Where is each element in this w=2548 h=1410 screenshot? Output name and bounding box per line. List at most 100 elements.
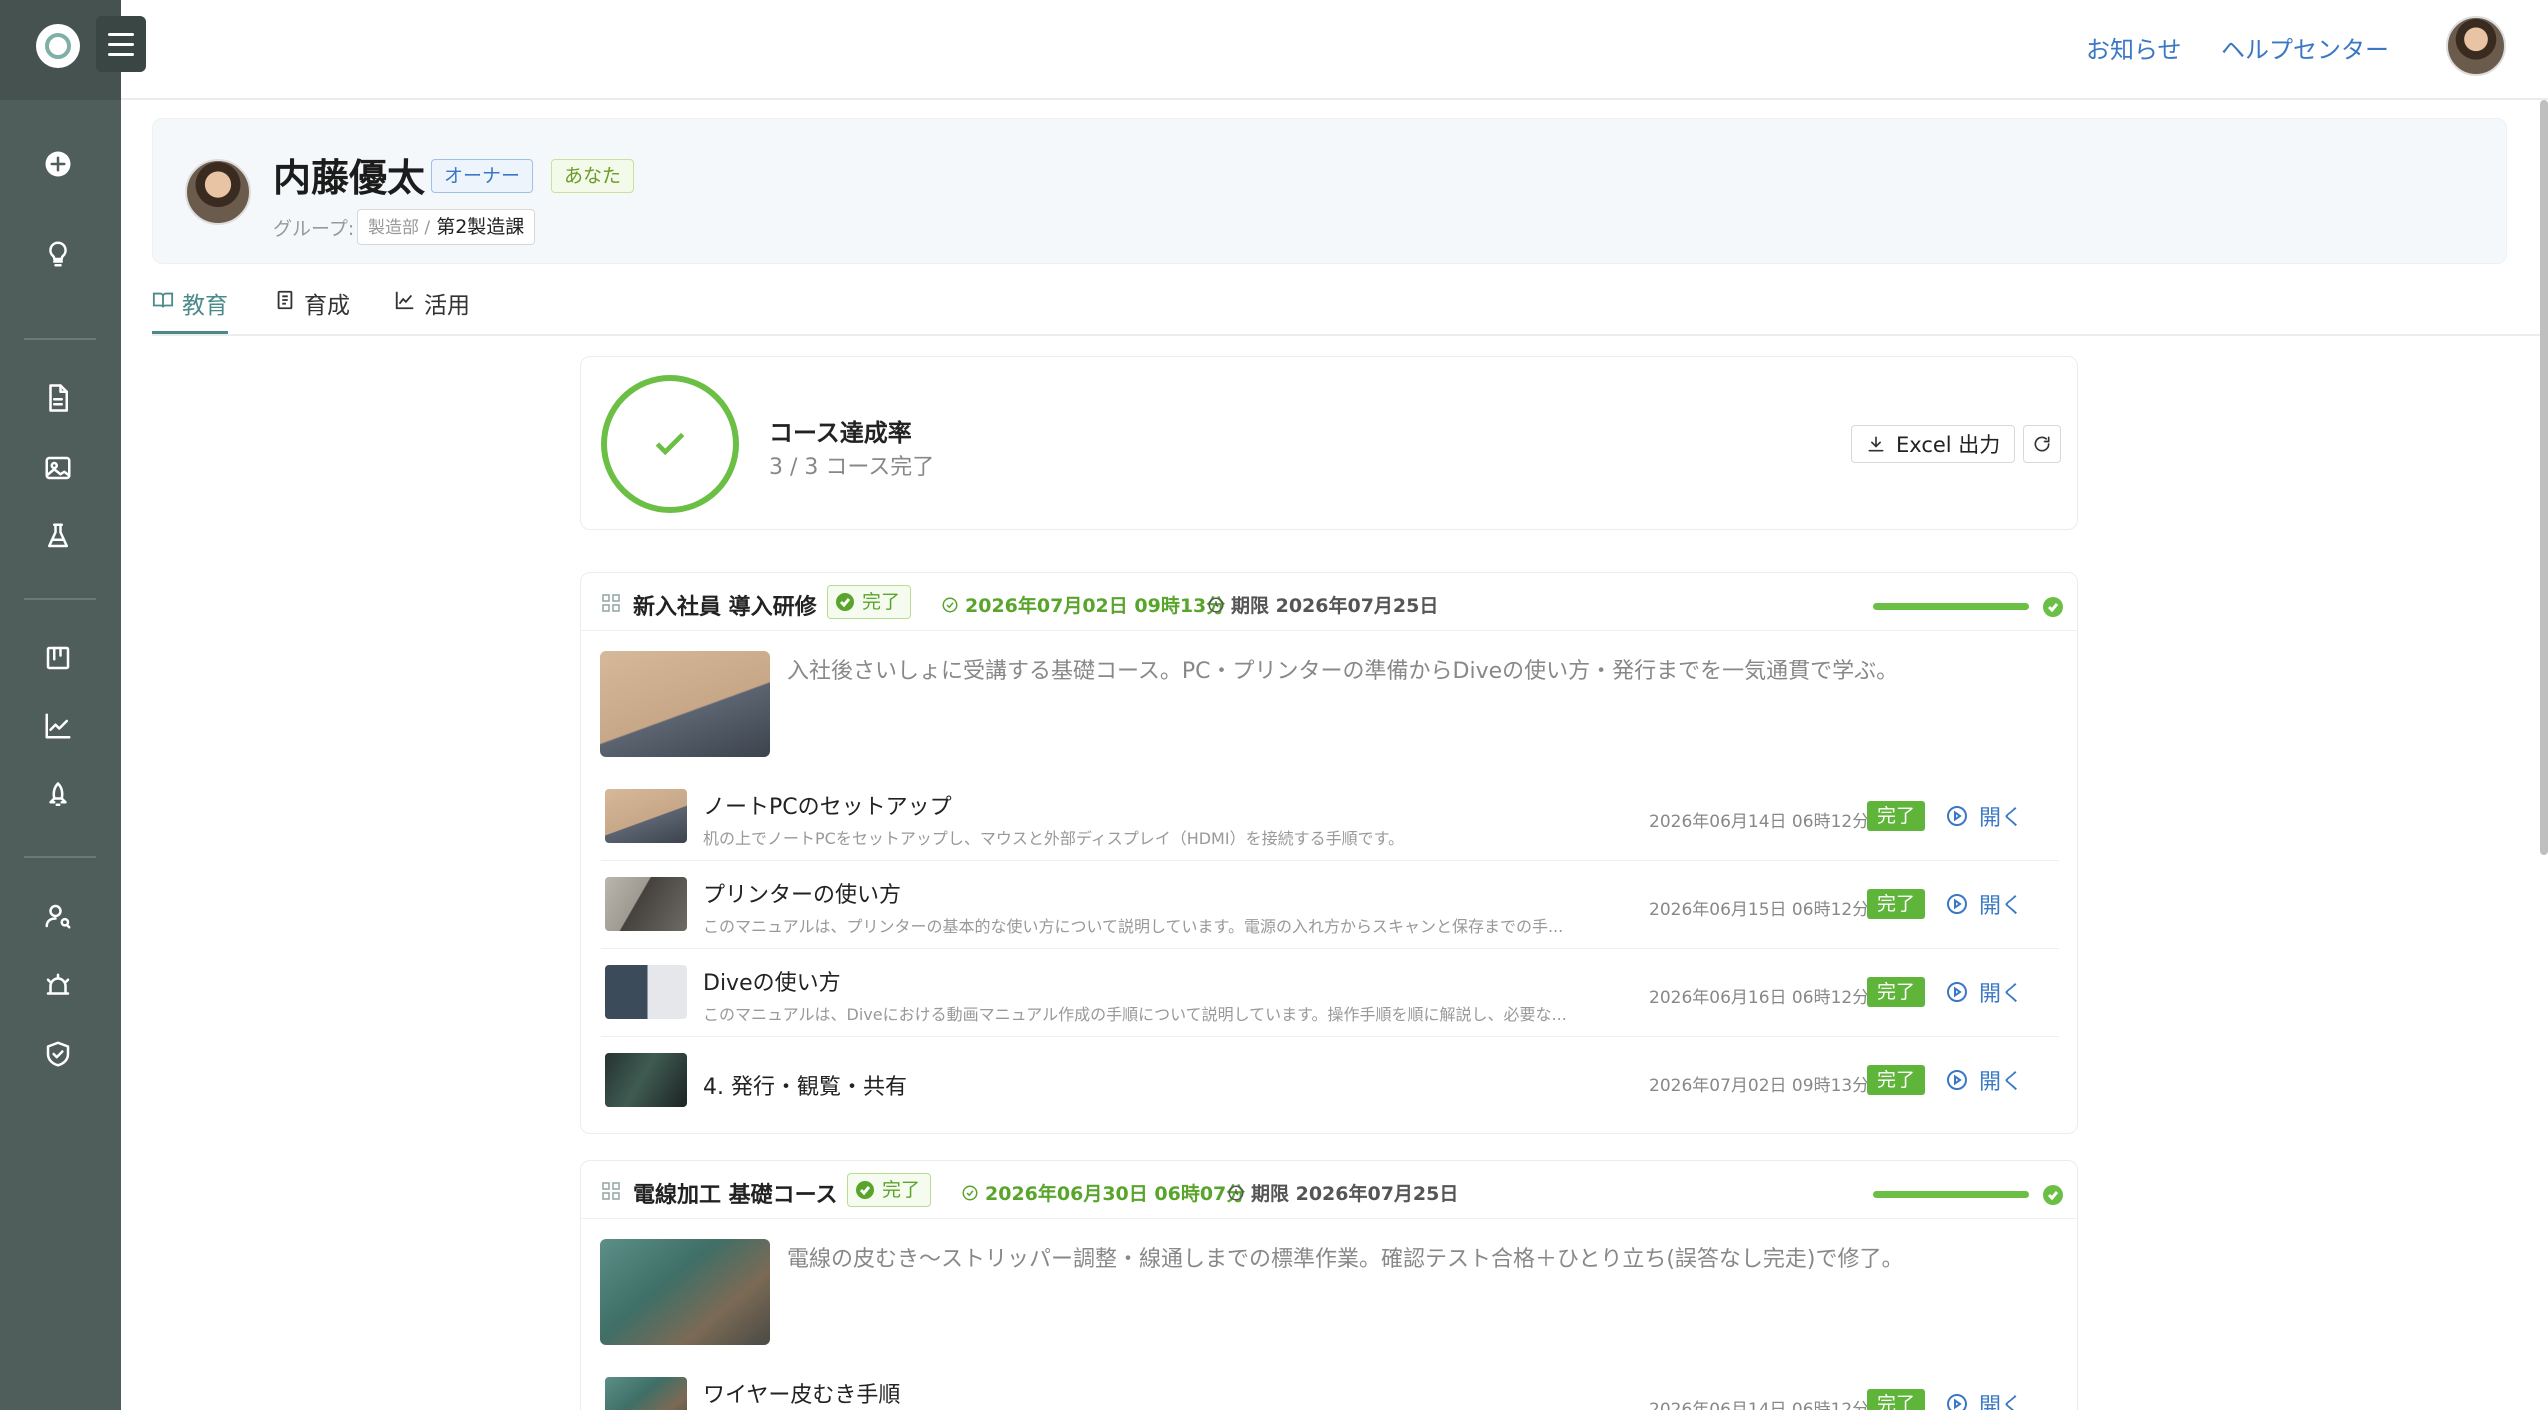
profile-header: 内藤優太 オーナー あなた グループ: 製造部 / 第2製造課: [152, 118, 2507, 264]
open-label: 開く: [1979, 982, 2024, 1007]
group-parent: 製造部 /: [368, 218, 431, 238]
tab-label: 育成: [304, 293, 350, 319]
self-badge: あなた: [551, 159, 635, 193]
progress-complete-icon: [2043, 597, 2063, 617]
list-item: ノートPCのセットアップ 机の上でノートPCをセットアップし、マウスと外部ディス…: [601, 775, 2059, 861]
tab-label: 活用: [424, 293, 470, 319]
course-progress-bar: [1873, 1191, 2029, 1198]
open-label: 開く: [1979, 1394, 2024, 1410]
check-icon: [655, 432, 685, 456]
item-date: 2026年07月02日 09時13分: [1649, 1076, 1870, 1096]
book-icon: [152, 292, 174, 308]
play-circle-icon: [1947, 894, 1967, 914]
grid-icon: [601, 1181, 621, 1201]
completed-at: 2026年06月30日 06時07分: [961, 1179, 1245, 1206]
help-center-link[interactable]: ヘルプセンター: [2221, 30, 2389, 65]
course-thumbnail[interactable]: [600, 651, 770, 757]
course-description: 入社後さいしょに受講する基礎コース。PC・プリンターの準備からDiveの使い方・…: [787, 659, 1899, 684]
document-icon[interactable]: [40, 380, 76, 416]
refresh-button[interactable]: [2023, 425, 2061, 463]
open-button[interactable]: 開く: [1945, 977, 2023, 1007]
status-badge: 完了: [827, 585, 912, 619]
clock-icon: [1228, 1185, 1244, 1200]
sidebar-divider: [24, 598, 96, 600]
notice-link[interactable]: お知らせ: [2086, 30, 2182, 65]
item-thumbnail[interactable]: [605, 1053, 687, 1107]
progress-fill: [1873, 603, 2029, 610]
item-status-badge: 完了: [1867, 889, 1926, 919]
item-thumbnail[interactable]: [605, 877, 687, 931]
open-label: 開く: [1979, 894, 2024, 919]
completed-at-text: 2026年06月30日 06時07分: [985, 1183, 1246, 1205]
chart-icon: [395, 291, 414, 310]
menu-toggle-button[interactable]: [96, 16, 146, 72]
status-label: 完了: [882, 1179, 921, 1201]
play-circle-icon: [1947, 982, 1967, 1002]
user-search-icon[interactable]: [40, 898, 76, 934]
open-button[interactable]: 開く: [1945, 1065, 2023, 1095]
summary-subtitle: 3 / 3 コース完了: [769, 455, 935, 480]
group-path: 製造部 / 第2製造課: [357, 209, 536, 245]
list-item: プリンターの使い方 このマニュアルは、プリンターの基本的な使い方について説明して…: [601, 863, 2059, 949]
tab-label: 教育: [182, 293, 228, 319]
open-button[interactable]: 開く: [1945, 889, 2023, 919]
open-button[interactable]: 開く: [1945, 801, 2023, 831]
course-description: 電線の皮むき〜ストリッパー調整・線通しまでの標準作業。確認テスト合格＋ひとり立ち…: [787, 1247, 1904, 1272]
list-item: 4. 発行・観覧・共有 2026年07月02日 09時13分 完了 開く: [601, 1039, 2059, 1125]
item-description: このマニュアルは、Diveにおける動画マニュアル作成の手順について説明しています…: [703, 1005, 1567, 1024]
item-status-badge: 完了: [1867, 1389, 1926, 1410]
course-card: 新入社員 導入研修 完了 2026年07月02日 09時13分 期限 2026年…: [580, 572, 2078, 1134]
deadline: 期限 2026年07月25日: [1207, 591, 1438, 618]
user-avatar[interactable]: [2446, 16, 2506, 76]
clock-icon: [1208, 597, 1224, 612]
line-chart-icon[interactable]: [40, 708, 76, 744]
open-button[interactable]: 開く: [1945, 1389, 2023, 1410]
image-icon[interactable]: [40, 450, 76, 486]
item-title[interactable]: ノートPCのセットアップ: [703, 789, 952, 821]
item-date: 2026年06月14日 06時12分: [1649, 1400, 1870, 1410]
course-thumbnail[interactable]: [600, 1239, 770, 1345]
sidebar-divider: [24, 856, 96, 858]
item-thumbnail[interactable]: [605, 1377, 687, 1410]
alarm-icon[interactable]: [40, 968, 76, 1004]
group-child: 第2製造課: [436, 216, 525, 238]
item-thumbnail[interactable]: [605, 789, 687, 843]
item-date: 2026年06月16日 06時12分: [1649, 988, 1870, 1008]
item-thumbnail[interactable]: [605, 965, 687, 1019]
item-description: 机の上でノートPCをセットアップし、マウスと外部ディスプレイ（HDMI）を接続す…: [703, 829, 1404, 848]
board-icon[interactable]: [40, 640, 76, 676]
course-title[interactable]: 電線加工 基礎コース: [633, 1177, 838, 1209]
rocket-icon[interactable]: [40, 778, 76, 814]
play-circle-icon: [1947, 806, 1967, 826]
excel-export-button[interactable]: Excel 出力: [1851, 425, 2016, 463]
shield-check-icon[interactable]: [40, 1036, 76, 1072]
course-title[interactable]: 新入社員 導入研修: [633, 589, 817, 621]
summary-title: コース達成率: [769, 419, 912, 447]
lightbulb-icon[interactable]: [40, 236, 76, 272]
refresh-icon: [2034, 436, 2050, 452]
open-label: 開く: [1979, 806, 2024, 831]
completed-at-text: 2026年07月02日 09時13分: [965, 595, 1226, 617]
item-title[interactable]: 4. 発行・観覧・共有: [703, 1069, 907, 1101]
topbar: お知らせ ヘルプセンター: [121, 0, 2548, 100]
flask-icon[interactable]: [40, 518, 76, 554]
check-circle-icon: [836, 593, 854, 611]
grid-icon: [601, 593, 621, 613]
item-title[interactable]: ワイヤー皮むき手順: [703, 1377, 900, 1409]
deadline: 期限 2026年07月25日: [1227, 1179, 1458, 1206]
clipboard-icon: [277, 290, 293, 310]
tab-utilization[interactable]: 活用: [394, 286, 470, 334]
item-title[interactable]: プリンターの使い方: [703, 877, 901, 909]
group-label: グループ:: [273, 218, 355, 240]
tab-training[interactable]: 育成: [274, 286, 350, 334]
item-title[interactable]: Diveの使い方: [703, 965, 841, 997]
open-label: 開く: [1979, 1070, 2024, 1095]
progress-complete-icon: [2043, 1185, 2063, 1205]
profile-avatar: [185, 159, 251, 225]
plus-circle-icon[interactable]: [40, 146, 76, 182]
scrollbar[interactable]: [2540, 100, 2548, 855]
sidebar-divider: [24, 338, 96, 340]
tab-education[interactable]: 教育: [152, 286, 228, 334]
app-logo[interactable]: [36, 24, 80, 68]
item-status-badge: 完了: [1867, 977, 1926, 1007]
